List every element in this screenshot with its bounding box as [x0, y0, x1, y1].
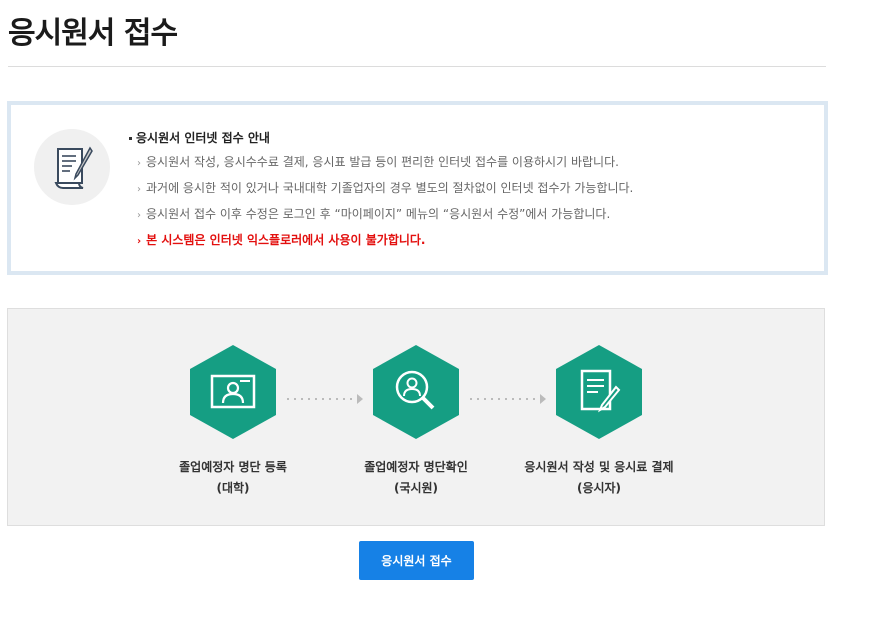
step-sub: (대학) — [216, 481, 250, 495]
process-step: 졸업예정자 명단확인 (국시원) — [321, 343, 511, 498]
notice-line: › 응시원서 작성, 응시수수료 결제, 응시표 발급 등이 편리한 인터넷 접수… — [137, 155, 619, 169]
step-sub: (국시원) — [393, 481, 439, 495]
notice-warning: › 본 시스템은 인터넷 익스플로러에서 사용이 불가합니다. — [137, 233, 426, 247]
step-label: 졸업예정자 명단확인 — [364, 460, 468, 474]
step-label: 졸업예정자 명단 등록 — [179, 460, 287, 474]
notice-line: › 과거에 응시한 적이 있거나 국내대학 기졸업자의 경우 별도의 절차없이 인… — [137, 181, 634, 195]
page-title: 응시원서 접수 — [8, 16, 178, 51]
process-steps: 졸업예정자 명단 등록 (대학) 졸업예정자 명단확인 (국시원) 응시원서 작… — [7, 308, 825, 526]
certificate-quill-icon — [34, 129, 110, 205]
process-step: 응시원서 작성 및 응시료 결제 (응시자) — [504, 343, 694, 498]
process-step: 졸업예정자 명단 등록 (대학) — [138, 343, 328, 498]
magnifier-person-icon — [373, 345, 459, 439]
notice-heading: 응시원서 인터넷 접수 안내 — [129, 130, 809, 146]
step-label: 응시원서 작성 및 응시료 결제 — [524, 460, 674, 474]
title-divider — [8, 66, 826, 67]
notice-box: 응시원서 인터넷 접수 안내 › 응시원서 작성, 응시수수료 결제, 응시표 발… — [7, 101, 828, 275]
monitor-person-icon — [190, 345, 276, 439]
notice-line: › 응시원서 접수 이후 수정은 로그인 후 “마이페이지” 메뉴의 “응시원서 … — [137, 207, 611, 221]
document-pen-icon — [556, 345, 642, 439]
submit-application-button[interactable]: 응시원서 접수 — [359, 541, 474, 580]
step-sub: (응시자) — [576, 481, 622, 495]
